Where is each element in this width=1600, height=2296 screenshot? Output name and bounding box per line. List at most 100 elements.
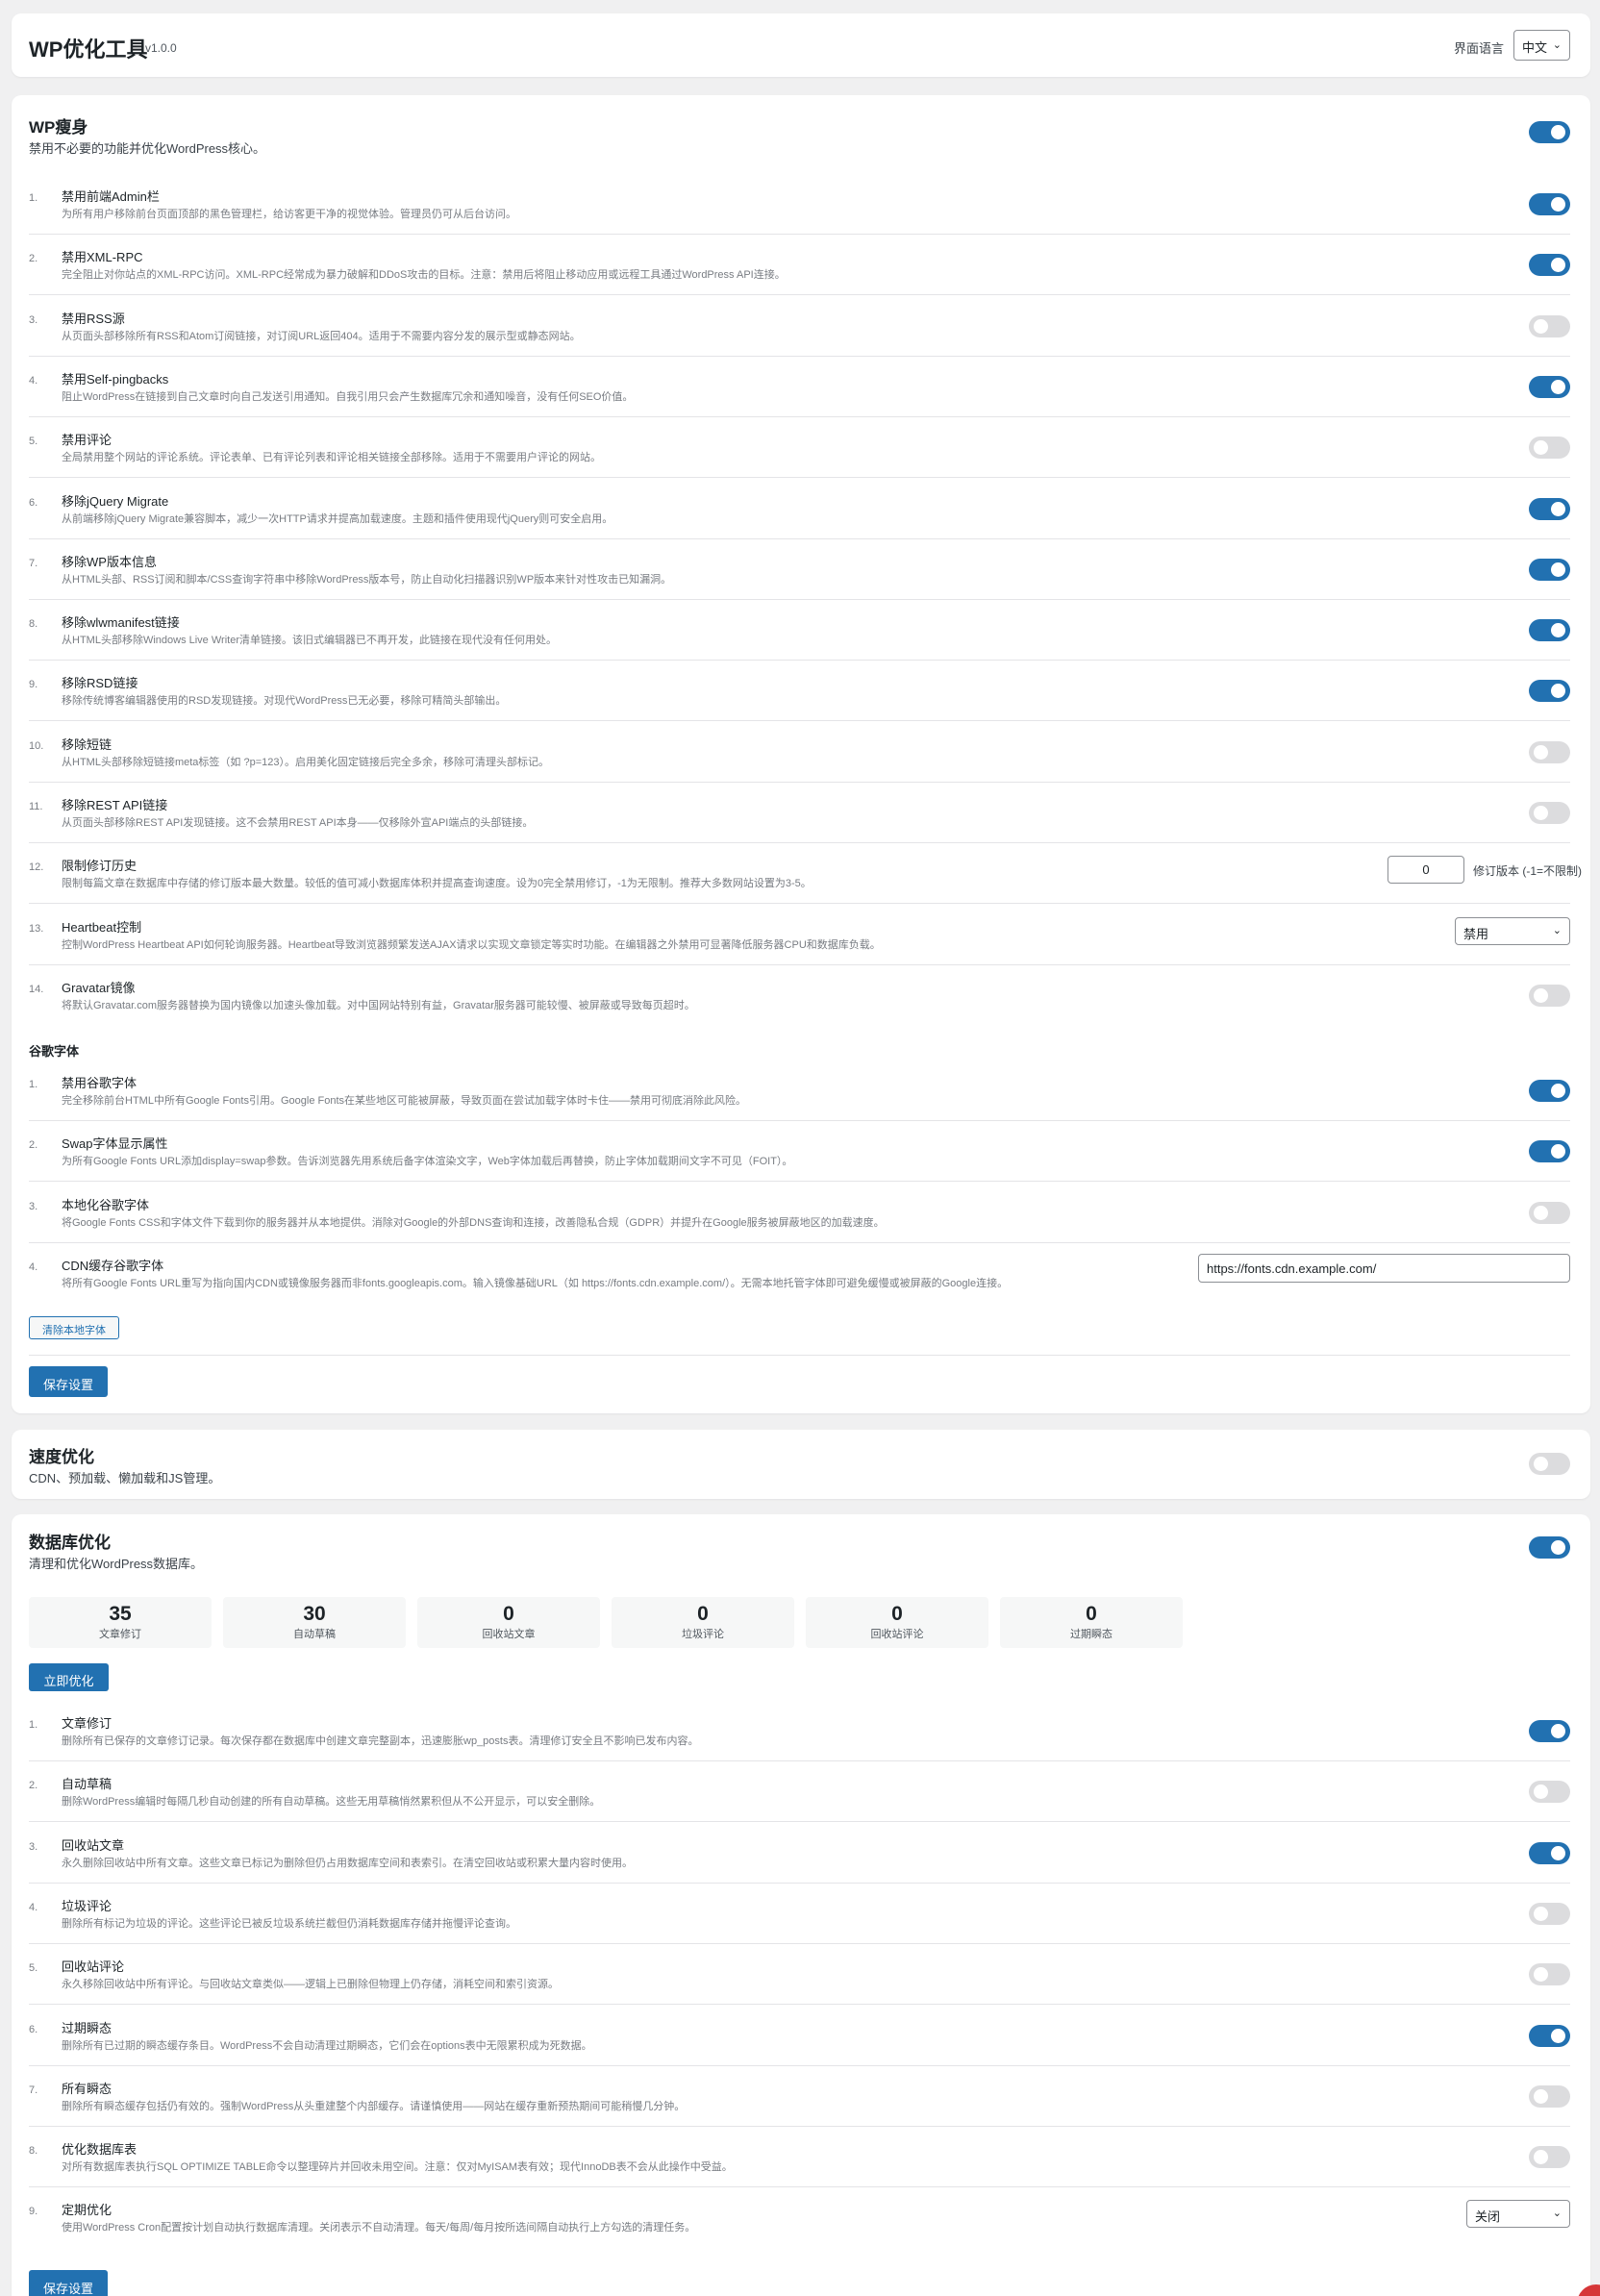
row-desc: 控制WordPress Heartbeat API如何轮询服务器。Heartbe… — [62, 938, 881, 951]
row-number: 14. — [29, 983, 44, 995]
heartbeat-select[interactable]: 禁用 ⌄ — [1455, 916, 1570, 945]
stat-value: 0 — [503, 1603, 514, 1625]
setting-toggle[interactable] — [1529, 437, 1570, 460]
setting-row: 1. 禁用前端Admin栏 为所有用户移除前台页面顶部的黑色管理栏，给访客更干净的视… — [29, 174, 1570, 235]
chevron-down-icon: ⌄ — [1552, 924, 1562, 936]
section-desc: 禁用不必要的功能并优化WordPress核心。 — [29, 141, 266, 156]
setting-toggle[interactable] — [1529, 193, 1570, 215]
toggle-knob — [1551, 1144, 1565, 1160]
setting-row: 12. 限制修订历史 限制每篇文章在数据库中存储的修订版本最大数量。较低的值可减小数… — [29, 843, 1582, 905]
slim-section-toggle[interactable] — [1529, 121, 1570, 143]
setting-row: 14. Gravatar镜像 将默认Gravatar.com服务器替换为国内镜像以加… — [29, 965, 1570, 1026]
stat-box: 0 垃圾评论 — [612, 1597, 794, 1648]
row-title: 移除REST API链接 — [62, 798, 168, 812]
row-title: 过期瞬态 — [62, 2020, 112, 2035]
setting-toggle[interactable] — [1529, 2146, 1570, 2169]
toggle-knob — [1534, 1784, 1548, 1800]
stat-value: 35 — [109, 1603, 132, 1625]
section-desc: 清理和优化WordPress数据库。 — [29, 1557, 204, 1571]
setting-toggle[interactable] — [1529, 1902, 1570, 1925]
row-desc: 全局禁用整个网站的评论系统。评论表单、已有评论列表和评论相关链接全部移除。适用于… — [62, 452, 601, 464]
revision-limit-suffix: 修订版本 (-1=不限制) — [1473, 864, 1583, 879]
row-desc: 删除所有已保存的文章修订记录。每次保存都在数据库中创建文章完整副本，迅速膨胀wp… — [62, 1735, 699, 1747]
setting-toggle[interactable] — [1529, 254, 1570, 277]
toggle-knob — [1551, 501, 1565, 516]
stat-label: 过期瞬态 — [1070, 1629, 1112, 1640]
row-title: Swap字体显示属性 — [62, 1136, 168, 1152]
optimize-now-button[interactable]: 立即优化 — [29, 1663, 109, 1691]
row-desc: 从前端移除jQuery Migrate兼容脚本，减少一次HTTP请求并提高加载速… — [62, 512, 613, 525]
toggle-knob — [1534, 1457, 1548, 1471]
setting-row: 1. 禁用谷歌字体 完全移除前台HTML中所有Google Fonts引用。Goog… — [29, 1061, 1570, 1121]
setting-row: 2. Swap字体显示属性 为所有Google Fonts URL添加display… — [29, 1121, 1570, 1183]
clear-local-fonts-button[interactable]: 清除本地字体 — [29, 1316, 119, 1339]
app-version: v1.0.0 — [145, 41, 177, 55]
setting-toggle[interactable] — [1529, 680, 1570, 703]
setting-toggle[interactable] — [1529, 1201, 1570, 1224]
setting-row: 2. 自动草稿删除WordPress编辑时每隔几秒自动创建的所有自动草稿。这些无用… — [29, 1761, 1570, 1823]
setting-toggle[interactable] — [1529, 2024, 1570, 2047]
setting-toggle[interactable] — [1529, 1841, 1570, 1864]
db-section-toggle[interactable] — [1529, 1536, 1570, 1559]
setting-toggle[interactable] — [1529, 1781, 1570, 1804]
setting-toggle[interactable] — [1529, 984, 1570, 1007]
row-title: 禁用XML-RPC — [62, 250, 143, 265]
row-title: 禁用RSS源 — [62, 311, 125, 326]
setting-toggle[interactable] — [1529, 2084, 1570, 2108]
setting-row: 4. CDN缓存谷歌字体 将所有Google Fonts URL重写为指向国内CDN… — [29, 1243, 1570, 1304]
setting-row: 4. 垃圾评论 删除所有标记为垃圾的评论。这些评论已被反垃圾系统拦截但仍消耗数据库存… — [29, 1884, 1570, 1944]
setting-toggle[interactable] — [1529, 1963, 1570, 1986]
revision-limit-input[interactable]: 0 — [1388, 856, 1464, 885]
schedule-select[interactable]: 关闭 ⌄ — [1466, 2200, 1570, 2229]
row-desc: 永久删除回收站中所有文章。这些文章已标记为删除但仍占用数据库空间和表索引。在清空… — [62, 1857, 633, 1869]
toggle-knob — [1534, 2088, 1548, 2104]
row-number: 6. — [29, 2023, 38, 2035]
setting-toggle[interactable] — [1529, 619, 1570, 642]
row-desc: 将Google Fonts CSS和字体文件下载到你的服务器并从本地提供。消除对… — [62, 1216, 885, 1229]
chevron-down-icon: ⌄ — [1552, 39, 1562, 51]
row-number: 1. — [29, 1719, 38, 1731]
toggle-knob — [1551, 623, 1565, 638]
setting-row: 13. Heartbeat控制 控制WordPress Heartbeat API如… — [29, 905, 1570, 965]
setting-row: 8. 优化数据库表 对所有数据库表执行SQL OPTIMIZE TABLE命令以整理… — [29, 2127, 1570, 2188]
row-title: Gravatar镜像 — [62, 980, 136, 995]
setting-toggle[interactable] — [1529, 740, 1570, 763]
row-number: 2. — [29, 1780, 38, 1792]
toggle-knob — [1534, 318, 1548, 334]
speed-section-toggle[interactable] — [1529, 1453, 1570, 1475]
row-desc: 完全阻止对你站点的XML-RPC访问。XML-RPC经常成为暴力破解和DDoS攻… — [62, 269, 786, 282]
row-desc: 完全移除前台HTML中所有Google Fonts引用。Google Fonts… — [62, 1095, 747, 1107]
language-select[interactable]: 中文 ⌄ — [1513, 30, 1570, 61]
cdn-url-input[interactable]: https://fonts.cdn.example.com/ — [1198, 1253, 1570, 1283]
toggle-knob — [1551, 379, 1565, 394]
setting-toggle[interactable] — [1529, 802, 1570, 824]
row-desc: 删除WordPress编辑时每隔几秒自动创建的所有自动草稿。这些无用草稿悄然累积… — [62, 1796, 601, 1809]
section-title: 速度优化 — [29, 1448, 94, 1466]
row-title: 文章修订 — [62, 1716, 112, 1731]
fonts-heading: 谷歌字体 — [29, 1044, 80, 1059]
row-title: 自动草稿 — [62, 1777, 112, 1792]
row-number: 13. — [29, 922, 44, 935]
setting-toggle[interactable] — [1529, 1720, 1570, 1742]
toggle-knob — [1534, 987, 1548, 1003]
setting-toggle[interactable] — [1529, 558, 1570, 581]
setting-toggle[interactable] — [1529, 1140, 1570, 1163]
toggle-knob — [1551, 684, 1565, 699]
save-settings-button[interactable]: 保存设置 — [29, 1366, 108, 1397]
db-save-settings-button[interactable]: 保存设置 — [29, 2270, 108, 2296]
row-number: 2. — [29, 253, 38, 265]
setting-row: 1. 文章修订删除所有已保存的文章修订记录。每次保存都在数据库中创建文章完整副本，… — [29, 1701, 1570, 1761]
setting-toggle[interactable] — [1529, 375, 1570, 398]
row-desc: 为所有Google Fonts URL添加display=swap参数。告诉浏览… — [62, 1156, 793, 1168]
header-card: WP优化工具 v1.0.0 界面语言 中文 ⌄ — [12, 13, 1590, 77]
setting-row: 3. 本地化谷歌字体 将Google Fonts CSS和字体文件下载到你的服务器并… — [29, 1183, 1570, 1243]
chevron-down-icon: ⌄ — [1552, 2208, 1562, 2220]
setting-toggle[interactable] — [1529, 314, 1570, 337]
row-desc: 从页面头部移除REST API发现链接。这不会禁用REST API本身——仅移除… — [62, 817, 534, 829]
setting-toggle[interactable] — [1529, 1080, 1570, 1102]
stat-value: 0 — [1086, 1603, 1097, 1625]
row-number: 1. — [29, 1079, 38, 1090]
row-title: 本地化谷歌字体 — [62, 1197, 150, 1212]
setting-row: 11. 移除REST API链接 从页面头部移除REST API发现链接。这不会禁用… — [29, 783, 1570, 843]
setting-toggle[interactable] — [1529, 497, 1570, 520]
